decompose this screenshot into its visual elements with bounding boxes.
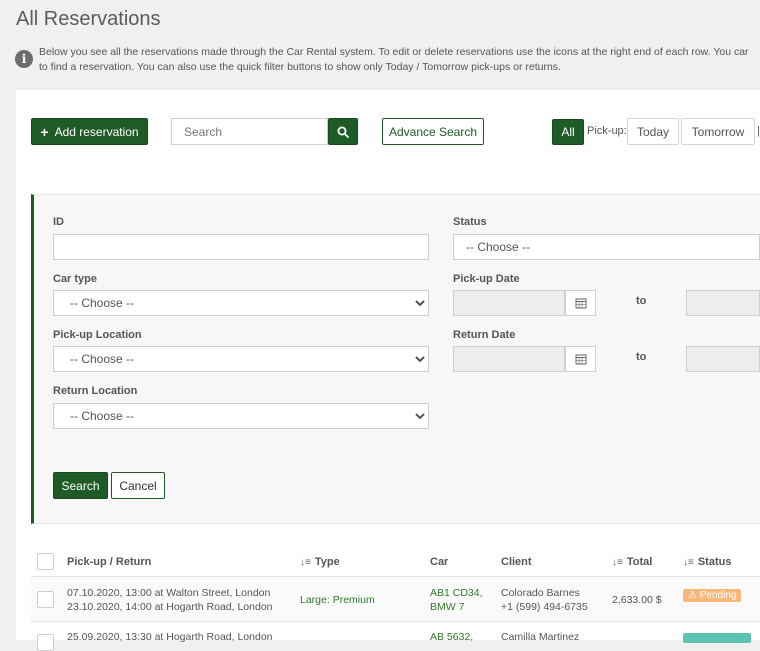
return-date-label: Return Date — [453, 329, 516, 341]
row-client-name: Camilla Martinez — [501, 631, 580, 643]
id-label: ID — [53, 216, 64, 228]
calendar-icon — [575, 298, 586, 309]
row-car-plate[interactable]: AB 5632, — [430, 630, 473, 644]
row-client-phone: +1 (599) 494-6735 — [501, 601, 588, 613]
pickup-date-label: Pick-up Date — [453, 273, 520, 285]
status-badge — [683, 633, 751, 643]
row-type: Large: Premium — [300, 594, 375, 606]
status-select[interactable]: -- Choose -- — [453, 234, 760, 260]
column-header-car[interactable]: Car — [430, 556, 448, 568]
status-badge: ⚠ Pending — [683, 589, 742, 602]
pickup-date-to-input[interactable] — [686, 290, 760, 316]
filter-today-button[interactable]: Today — [627, 118, 679, 145]
plus-icon: + — [40, 123, 49, 140]
return-location-label: Return Location — [53, 385, 138, 397]
pickup-location-label: Pick-up Location — [53, 329, 142, 341]
column-header-pickup-return[interactable]: Pick-up / Return — [67, 556, 151, 568]
pickup-location-select[interactable]: -- Choose -- — [53, 346, 429, 372]
advance-search-button[interactable]: Advance Search — [382, 118, 484, 145]
row-pickup: 25.09.2020, 13:30 at Hogarth Road, Londo… — [67, 631, 273, 643]
column-header-status[interactable]: ↓≡ Status — [683, 556, 731, 568]
return-date-calendar-button[interactable] — [565, 346, 596, 372]
info-icon: i — [15, 50, 33, 68]
return-date-from-input[interactable] — [453, 346, 565, 372]
search-submit-button[interactable] — [328, 118, 358, 145]
filter-tomorrow-button[interactable]: Tomorrow — [681, 118, 755, 145]
row-total: 2,633.00 $ — [612, 594, 662, 606]
filter-all-button[interactable]: All — [552, 119, 584, 145]
select-all-checkbox[interactable] — [37, 553, 54, 570]
info-text-line-1: Below you see all the reservations made … — [39, 46, 749, 58]
sort-icon: ↓≡ — [683, 557, 694, 568]
row-checkbox[interactable] — [37, 591, 54, 608]
column-header-total[interactable]: ↓≡ Total — [612, 556, 652, 568]
filter-search-button[interactable]: Search — [53, 472, 108, 499]
row-return: 23.10.2020, 14:00 at Hogarth Road, Londo… — [67, 601, 273, 613]
return-date-to-input[interactable] — [686, 346, 760, 372]
pickup-date-to-label: to — [636, 295, 647, 307]
pickup-date-from-input[interactable] — [453, 290, 565, 316]
row-divider — [31, 621, 760, 622]
id-input[interactable] — [53, 234, 429, 260]
filter-cancel-button[interactable]: Cancel — [111, 472, 165, 499]
page-title: All Reservations — [16, 8, 161, 30]
row-pickup: 07.10.2020, 13:00 at Walton Street, Lond… — [67, 587, 271, 599]
add-reservation-button[interactable]: + Add reservation — [31, 118, 148, 145]
pickup-date-calendar-button[interactable] — [565, 290, 596, 316]
row-car-plate[interactable]: AB1 CD34, — [430, 586, 483, 600]
pickup-filter-label: Pick-up: — [587, 125, 627, 137]
return-location-select[interactable]: -- Choose -- — [53, 403, 429, 429]
status-label: Status — [453, 216, 487, 228]
add-reservation-label: Add reservation — [54, 124, 139, 139]
row-car-model[interactable]: BMW 7 — [430, 600, 464, 614]
search-input[interactable] — [171, 118, 328, 145]
column-header-type[interactable]: ↓≡ Type — [300, 556, 340, 568]
row-client-name: Colorado Barnes — [501, 587, 580, 599]
row-checkbox[interactable] — [37, 634, 54, 651]
car-type-label: Car type — [53, 273, 98, 285]
search-icon — [337, 126, 349, 138]
column-header-client[interactable]: Client — [501, 556, 532, 568]
calendar-icon — [575, 354, 586, 365]
info-text-line-2: to find a reservation. You can also use … — [39, 61, 561, 73]
sort-icon: ↓≡ — [300, 557, 311, 568]
warning-icon: ⚠ — [688, 590, 697, 601]
car-type-select[interactable]: -- Choose -- — [53, 290, 429, 316]
return-date-to-label: to — [636, 351, 647, 363]
sort-icon: ↓≡ — [612, 557, 623, 568]
